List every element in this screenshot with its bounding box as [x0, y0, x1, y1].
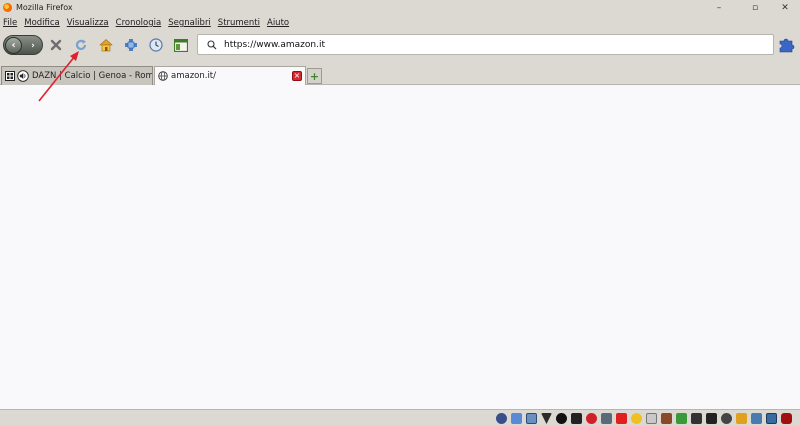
- puzzle-icon[interactable]: [691, 413, 702, 424]
- bookmarks-icon: [125, 39, 137, 51]
- filter-icon[interactable]: [541, 413, 552, 424]
- tab-grid-icon: [5, 71, 15, 81]
- title-bar: Mozilla Firefox – ▫ ✕: [0, 0, 800, 15]
- image-icon[interactable]: [751, 413, 762, 424]
- clipboard-icon[interactable]: [646, 413, 657, 424]
- stop-button[interactable]: [47, 37, 65, 53]
- ublock-icon[interactable]: [781, 413, 792, 424]
- new-tab-button[interactable]: +: [307, 68, 322, 84]
- tab-close-button[interactable]: ×: [292, 71, 302, 81]
- menu-aiuto[interactable]: Aiuto: [267, 18, 289, 28]
- pen-icon[interactable]: [601, 413, 612, 424]
- home-button[interactable]: [97, 37, 115, 53]
- status-bar: [0, 409, 800, 426]
- add-icon[interactable]: [676, 413, 687, 424]
- url-input[interactable]: [224, 39, 744, 50]
- tab-strip: DAZN | Calcio | Genoa - Roma amazon.it/ …: [0, 59, 800, 85]
- page-content[interactable]: [0, 85, 800, 409]
- close-window-button[interactable]: ✕: [770, 0, 800, 15]
- menu-strumenti[interactable]: Strumenti: [218, 18, 260, 28]
- search-icon: [202, 39, 222, 50]
- tab-label: DAZN | Calcio | Genoa - Roma: [32, 71, 152, 81]
- v-icon[interactable]: [736, 413, 747, 424]
- link-icon[interactable]: [511, 413, 522, 424]
- chain-icon[interactable]: [661, 413, 672, 424]
- tab-amazon[interactable]: amazon.it/ ×: [154, 66, 306, 85]
- extensions-button[interactable]: [778, 37, 796, 53]
- back-button[interactable]: ‹: [5, 37, 22, 54]
- menu-modifica[interactable]: Modifica: [24, 18, 60, 28]
- maximize-button[interactable]: ▫: [740, 0, 770, 15]
- window-title: Mozilla Firefox: [16, 3, 73, 12]
- sidebar-icon: [174, 38, 188, 52]
- smiley-icon[interactable]: [631, 413, 642, 424]
- globe-icon: [158, 71, 168, 81]
- media-icon[interactable]: [571, 413, 582, 424]
- forward-button[interactable]: ›: [26, 38, 40, 53]
- reload-button[interactable]: [72, 37, 90, 53]
- home-icon: [99, 39, 113, 52]
- bookmarks-button[interactable]: [122, 37, 140, 53]
- tab-dazn[interactable]: DAZN | Calcio | Genoa - Roma: [1, 66, 153, 85]
- plus-red-icon[interactable]: [586, 413, 597, 424]
- firefox-icon: [3, 3, 12, 12]
- screenshot-icon[interactable]: [706, 413, 717, 424]
- back-forward-group: ‹ ›: [3, 35, 43, 55]
- yandex-icon[interactable]: [616, 413, 627, 424]
- cursor-icon[interactable]: [496, 413, 507, 424]
- menu-file[interactable]: File: [3, 18, 17, 28]
- minimize-button[interactable]: –: [704, 0, 734, 15]
- clock-icon[interactable]: [721, 413, 732, 424]
- navigation-toolbar: ‹ ›: [0, 31, 800, 59]
- grid-icon[interactable]: [526, 413, 537, 424]
- reload-icon: [75, 39, 87, 50]
- stop-icon: [50, 39, 62, 51]
- puzzle-icon: [779, 38, 795, 53]
- sidebar-button[interactable]: [172, 37, 190, 53]
- menu-segnalibri[interactable]: Segnalibri: [168, 18, 211, 28]
- block-icon[interactable]: [556, 413, 567, 424]
- menu-cronologia[interactable]: Cronologia: [116, 18, 162, 28]
- url-bar[interactable]: [197, 34, 774, 55]
- save-icon[interactable]: [766, 413, 777, 424]
- clock-icon: [149, 38, 163, 52]
- tab-label: amazon.it/: [171, 71, 217, 81]
- speaker-icon[interactable]: [17, 70, 29, 82]
- menu-visualizza[interactable]: Visualizza: [67, 18, 109, 28]
- history-button[interactable]: [147, 37, 165, 53]
- menu-bar: File Modifica Visualizza Cronologia Segn…: [0, 15, 800, 31]
